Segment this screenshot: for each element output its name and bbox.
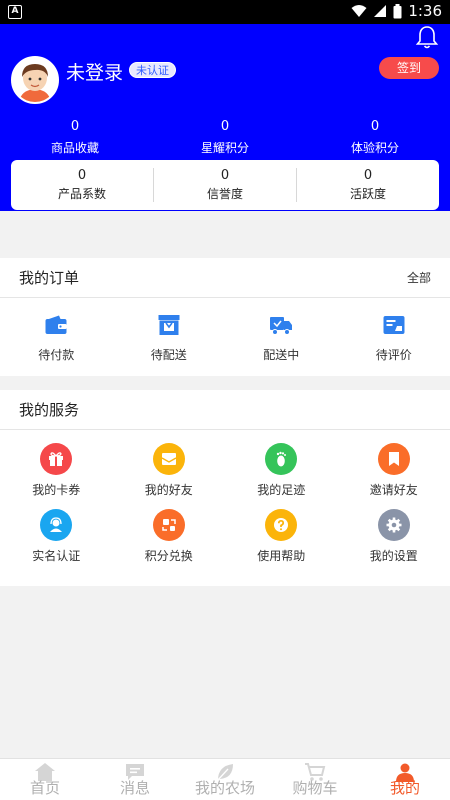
metric-product-coefficient: 0 产品系数 [11,168,153,202]
bottom-tab-bar: 首页 消息 我的农场 购物车 我的 [0,758,450,800]
service-label: 邀请好友 [369,483,418,497]
status-time: 1:36 [408,2,442,20]
service-label: 我的足迹 [257,483,306,497]
tab-label: 我的农场 [194,779,255,797]
help-icon [265,509,298,541]
review-icon [383,316,405,334]
profile-header: 未登录 未认证 签到 0 商品收藏 0 星耀积分 0 体验积分 0 产品系数 0… [0,24,450,211]
verification-badge: 未认证 [129,62,176,78]
username[interactable]: 未登录 [66,58,123,85]
tab-label: 我的 [389,779,420,797]
exchange-icon [152,509,185,541]
store-icon [158,315,180,335]
stat-value: 0 [370,119,380,134]
stat-value: 0 [70,119,80,134]
service-label: 使用帮助 [257,549,306,563]
service-label: 我的好友 [144,483,193,497]
tab-mine[interactable]: 我的 [360,759,450,800]
tab-my-farm[interactable]: 我的农场 [180,759,270,800]
stat-star-points[interactable]: 0 星耀积分 [150,119,300,157]
avatar[interactable] [11,56,59,104]
service-label: 我的卡券 [32,483,81,497]
stat-label: 体验积分 [350,141,399,155]
metric-label: 信誉度 [206,187,243,201]
stat-value: 0 [220,119,230,134]
gift-icon [40,443,73,475]
metric-label: 产品系数 [57,187,106,201]
stat-experience-points[interactable]: 0 体验积分 [300,119,450,157]
metric-value: 0 [363,168,373,183]
order-pending-payment[interactable]: 待付款 [0,298,113,376]
status-icons: 1:36 [351,2,442,20]
order-item-label: 配送中 [263,348,300,362]
order-awaiting-review[interactable]: 待评价 [338,298,450,376]
services-row: 实名认证 积分兑换 使用帮助 我的设置 [0,509,450,575]
service-real-name-verification[interactable]: 实名认证 [0,509,113,575]
orders-title: 我的订单 [19,269,80,287]
wallet-icon [45,315,67,334]
tab-home[interactable]: 首页 [0,759,90,800]
order-status-grid: 待付款 待配送 配送中 待评价 [0,298,450,376]
service-label: 我的设置 [369,549,418,563]
bookmark-icon [377,443,410,475]
service-help[interactable]: 使用帮助 [225,509,338,575]
stat-favorites[interactable]: 0 商品收藏 [0,119,150,157]
view-all-orders-link[interactable]: 全部 [407,269,431,286]
battery-icon [393,3,402,18]
order-item-label: 待配送 [150,348,187,362]
settings-icon [377,509,410,541]
bell-icon[interactable] [414,24,440,50]
order-awaiting-delivery[interactable]: 待配送 [113,298,226,376]
service-label: 积分兑换 [144,549,193,563]
orders-header: 我的订单 全部 [0,258,450,298]
envelope-icon [152,443,185,475]
service-label: 实名认证 [32,549,81,563]
tab-label: 购物车 [292,779,338,797]
service-friends[interactable]: 我的好友 [113,443,226,509]
truck-icon [270,317,293,335]
metric-value: 0 [220,168,230,183]
signal-icon [374,5,387,17]
order-item-label: 待评价 [375,348,412,362]
service-settings[interactable]: 我的设置 [338,509,450,575]
footprint-icon [265,443,298,475]
service-invite-friends[interactable]: 邀请好友 [338,443,450,509]
services-section: 我的服务 我的卡券 我的好友 我的足迹 邀请好友 实名认证 积分兑换 使用帮助 … [0,390,450,586]
metric-activity: 0 活跃度 [296,168,439,202]
stat-label: 星耀积分 [200,141,249,155]
order-in-delivery[interactable]: 配送中 [225,298,338,376]
services-header: 我的服务 [0,390,450,430]
status-bar: A 1:36 [0,0,450,24]
metric-label: 活跃度 [349,187,386,201]
service-coupons[interactable]: 我的卡券 [0,443,113,509]
services-title: 我的服务 [19,401,80,419]
wifi-icon [351,5,367,17]
tab-messages[interactable]: 消息 [90,759,180,800]
service-footprints[interactable]: 我的足迹 [225,443,338,509]
tab-cart[interactable]: 购物车 [270,759,360,800]
order-item-label: 待付款 [38,348,75,362]
tab-label: 消息 [119,779,150,797]
avatar-image [13,58,57,102]
notification-icon: A [8,5,22,19]
service-points-exchange[interactable]: 积分兑换 [113,509,226,575]
user-headset-icon [40,509,73,541]
metric-value: 0 [77,168,87,183]
metric-credibility: 0 信誉度 [153,168,296,202]
stat-label: 商品收藏 [50,141,99,155]
checkin-button[interactable]: 签到 [379,57,439,79]
metrics-card: 0 产品系数 0 信誉度 0 活跃度 [11,160,439,210]
orders-section: 我的订单 全部 待付款 待配送 配送中 待评价 [0,258,450,376]
tab-label: 首页 [29,779,60,797]
services-row: 我的卡券 我的好友 我的足迹 邀请好友 [0,443,450,509]
stats-row: 0 商品收藏 0 星耀积分 0 体验积分 [0,119,450,157]
